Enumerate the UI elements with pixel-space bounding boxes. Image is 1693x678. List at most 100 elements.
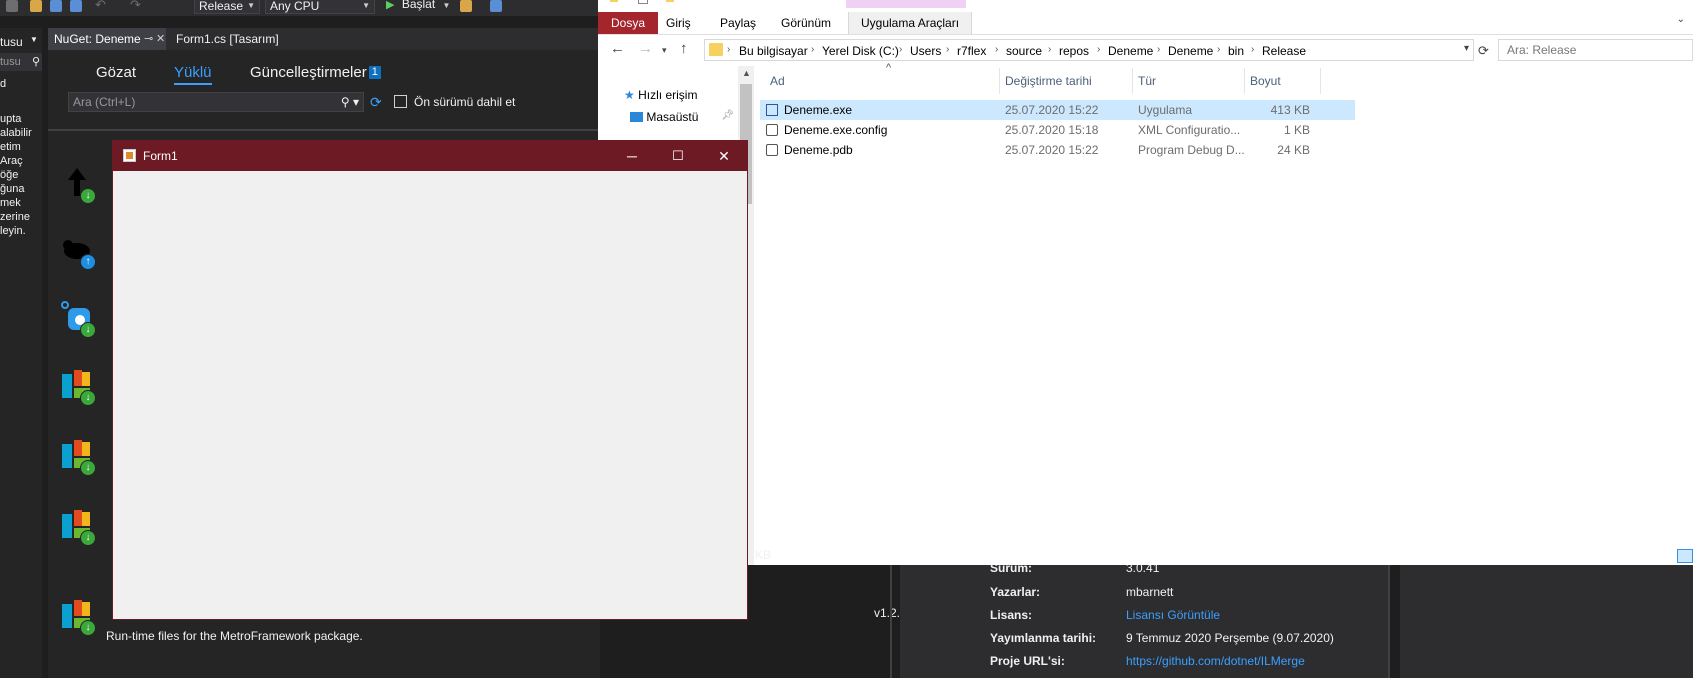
up-arrow-icon[interactable]: ↑ [680,40,688,57]
chevron-right-icon[interactable]: › [1097,44,1100,55]
tab-installed[interactable]: Yüklü [174,64,212,85]
toolbox-text-line: etim [0,141,21,153]
file-row[interactable]: Deneme.exe 25.07.2020 15:22 Uygulama 413… [760,100,1355,120]
vs-toolbar-icon[interactable] [6,0,18,12]
chevron-down-icon: ▼ [362,1,370,10]
breadcrumb-item[interactable]: r7flex [957,44,986,58]
close-icon[interactable]: ✕ [156,28,165,50]
column-header-type[interactable]: Tür [1138,74,1156,88]
open-folder-icon[interactable] [30,0,42,12]
find-icon[interactable] [460,0,472,12]
details-view-icon[interactable] [1677,549,1693,563]
redo-icon[interactable]: ↷ [130,0,141,13]
column-header-name[interactable]: Ad [770,74,785,88]
license-link[interactable]: Lisansı Görüntüle [1126,608,1220,622]
search-icon[interactable]: ⚲ ▾ [341,93,359,111]
form1-title: Form1 [143,149,178,163]
breadcrumb-item[interactable]: bin [1228,44,1244,58]
column-divider[interactable] [1244,68,1245,94]
include-prerelease-checkbox[interactable] [394,95,407,108]
column-divider[interactable] [1320,68,1321,94]
upload-icon: ↑ [80,254,96,270]
package-icon[interactable]: ↓ [60,438,96,476]
chevron-down-icon[interactable]: ⌄ [1677,14,1685,25]
start-button[interactable]: ▶ Başlat ▼ [386,0,450,11]
forward-arrow-icon[interactable]: → [638,40,653,57]
chevron-right-icon[interactable]: › [1048,44,1051,55]
chevron-right-icon[interactable]: › [946,44,949,55]
platform-select[interactable]: Any CPU ▼ [265,0,375,14]
save-icon[interactable] [50,0,62,12]
package-icon[interactable]: ↓ [60,508,96,546]
file-size: 24 KB [1277,143,1310,157]
camera-icon[interactable] [490,0,502,12]
maximize-button[interactable]: ☐ [655,141,701,171]
form1-window[interactable]: Form1 ─ ☐ ✕ [112,140,748,620]
tab-application-tools[interactable]: Uygulama Araçları [848,12,973,34]
tab-updates[interactable]: Güncelleştirmeler 1 [250,64,381,81]
chevron-right-icon[interactable]: › [811,44,814,55]
file-row[interactable]: Deneme.exe.config 25.07.2020 15:18 XML C… [760,120,1355,140]
breadcrumb-item[interactable]: Release [1262,44,1306,58]
new-folder-icon[interactable] [666,0,674,2]
undo-icon[interactable]: ↶ [95,0,106,13]
pin-icon[interactable]: 📌︎ [721,110,734,121]
tab-nuget[interactable]: NuGet: Deneme ⊸ ✕ [48,28,166,50]
tab-file[interactable]: Dosya [598,12,659,34]
nav-item-quick-access[interactable]: ★ Hızlı erişim [624,88,697,102]
column-divider[interactable] [1132,68,1133,94]
breadcrumb-item[interactable]: repos [1059,44,1089,58]
close-button[interactable]: ✕ [701,141,747,171]
chevron-right-icon[interactable]: › [899,44,902,55]
chevron-right-icon[interactable]: › [727,44,730,55]
toolbox-header[interactable]: tusu [0,35,23,49]
chevron-right-icon[interactable]: › [1251,44,1254,55]
tab-share[interactable]: Paylaş [708,12,768,34]
search-input[interactable]: Ara: Release [1498,39,1693,61]
breadcrumb-item[interactable]: Bu bilgisayar [739,44,808,58]
folder-icon[interactable] [610,0,618,2]
refresh-icon[interactable]: ⟳ [1478,43,1489,59]
breadcrumb-item[interactable]: Deneme [1108,44,1153,58]
address-input[interactable]: › Bu bilgisayar › Yerel Disk (C:) › User… [704,39,1474,61]
pin-icon[interactable]: ⊸ [144,28,153,50]
package-search-input[interactable]: Ara (Ctrl+L) ⚲ ▾ [68,92,364,112]
package-icon[interactable]: ↓ [60,598,96,636]
toolbox-search-input[interactable]: tusu ⚲ [0,53,42,71]
file-name: Deneme.exe [784,103,853,117]
breadcrumb-item[interactable]: Yerel Disk (C:) [822,44,899,58]
toolbox-text-line: upta [0,113,22,125]
file-row[interactable]: Deneme.pdb 25.07.2020 15:22 Program Debu… [760,140,1355,160]
scroll-up-icon[interactable]: ▲ [742,68,751,78]
minimize-button[interactable]: ─ [609,141,655,171]
tab-view[interactable]: Görünüm [769,12,843,34]
chevron-right-icon[interactable]: › [1217,44,1220,55]
properties-icon[interactable] [638,0,648,4]
breadcrumb-item[interactable]: Deneme [1168,44,1213,58]
config-file-icon [766,124,778,136]
column-header-size[interactable]: Boyut [1250,74,1281,88]
refresh-icon[interactable]: ⟳ [370,94,386,110]
chevron-right-icon[interactable]: › [995,44,998,55]
package-icon[interactable]: ↑ [60,232,96,270]
package-icon[interactable]: ↓ [60,166,96,204]
breadcrumb-item[interactable]: source [1006,44,1042,58]
configuration-select[interactable]: Release ▼ [194,0,260,14]
nav-item-desktop[interactable]: Masaüstü 📌︎ [630,110,734,124]
chevron-down-icon[interactable]: ▼ [30,35,38,44]
project-url-link[interactable]: https://github.com/dotnet/ILMerge [1126,654,1305,668]
column-divider[interactable] [999,68,1000,94]
chevron-right-icon[interactable]: › [1157,44,1160,55]
breadcrumb-item[interactable]: Users [910,44,941,58]
column-header-date[interactable]: Değiştirme tarihi [1005,74,1092,88]
back-arrow-icon[interactable]: ← [610,40,625,57]
package-icon[interactable]: ↓ [60,368,96,406]
chevron-down-icon[interactable]: ▾ [1464,43,1469,54]
save-all-icon[interactable] [70,0,82,12]
form1-title-bar[interactable]: Form1 ─ ☐ ✕ [113,141,747,171]
tab-browse[interactable]: Gözat [96,64,136,81]
tab-home[interactable]: Giriş [654,12,703,34]
package-icon[interactable]: ↓ [60,300,96,338]
recent-locations-icon[interactable]: ▾ [662,45,667,56]
tab-form1-designer[interactable]: Form1.cs [Tasarım] [170,28,330,50]
